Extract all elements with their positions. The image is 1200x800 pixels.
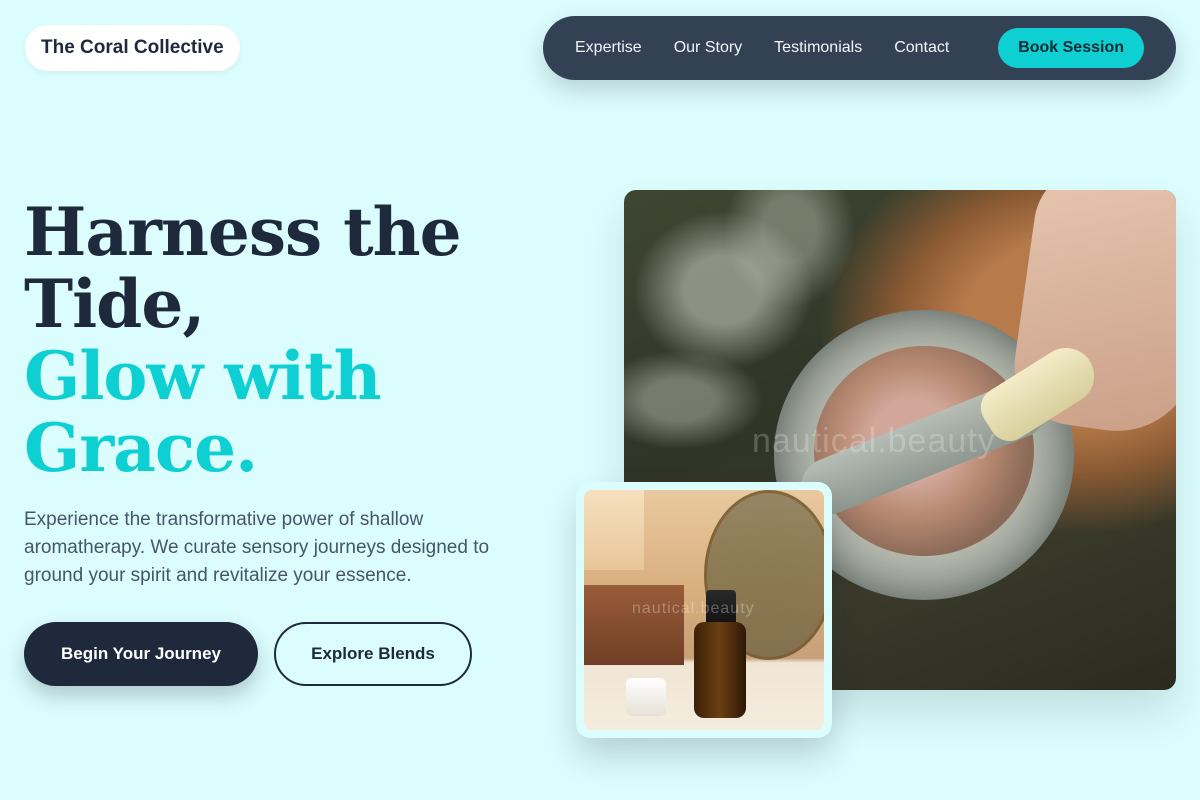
- brand-name: The Coral Collective: [41, 37, 224, 58]
- hero-title: Harness the Tide, Glow with Grace.: [24, 196, 564, 484]
- hero-description: Experience the transformative power of s…: [24, 509, 490, 586]
- lamp-shape: [584, 490, 644, 570]
- main-nav: Expertise Our Story Testimonials Contact…: [543, 16, 1176, 80]
- nav-link-expertise[interactable]: Expertise: [575, 39, 642, 57]
- inset-image-frame: nautical.beauty: [576, 482, 832, 738]
- hero-title-accent-line-1: Glow with: [24, 337, 382, 415]
- landing-page: The Coral Collective Expertise Our Story…: [0, 0, 1200, 800]
- inset-image-amber-bottle: nautical.beauty: [584, 490, 824, 730]
- hero-title-line-1: Harness the: [24, 193, 462, 271]
- wood-box-shape: [584, 585, 684, 665]
- image-watermark: nautical.beauty: [752, 422, 996, 460]
- nav-link-our-story[interactable]: Our Story: [674, 39, 742, 57]
- inset-image-watermark: nautical.beauty: [632, 600, 755, 617]
- hero-title-accent-line-2: Grace.: [24, 409, 258, 487]
- nav-link-testimonials[interactable]: Testimonials: [774, 39, 862, 57]
- hero-title-line-2: Tide,: [24, 265, 205, 343]
- white-lid-shape: [626, 678, 666, 716]
- nav-link-contact[interactable]: Contact: [894, 39, 949, 57]
- book-session-button[interactable]: Book Session: [998, 28, 1144, 68]
- begin-journey-button[interactable]: Begin Your Journey: [24, 622, 258, 686]
- brand-logo[interactable]: The Coral Collective: [25, 25, 240, 71]
- amber-bottle-shape: [694, 622, 746, 718]
- explore-blends-button[interactable]: Explore Blends: [274, 622, 472, 686]
